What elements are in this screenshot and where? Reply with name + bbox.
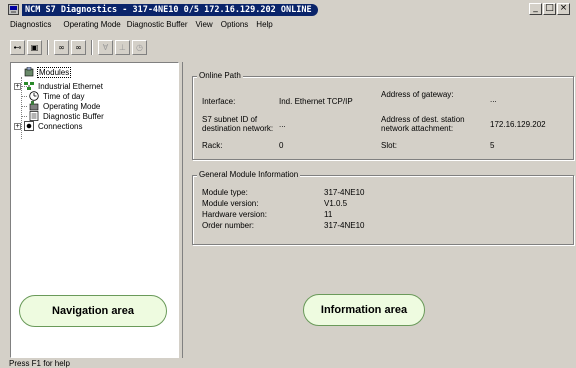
tree-line xyxy=(21,96,27,97)
order-number-label: Order number: xyxy=(202,221,255,230)
slot-value: 5 xyxy=(490,141,495,150)
menu-options[interactable]: Options xyxy=(221,20,249,32)
slot-label: Slot: xyxy=(381,141,398,150)
buffer-icon xyxy=(29,111,39,121)
module-type-value: 317-4NE10 xyxy=(324,188,365,197)
filter-button[interactable]: ∀ xyxy=(98,39,113,55)
hardware-version-value: 11 xyxy=(324,210,333,219)
subnet-label-line2: destination network: xyxy=(202,124,274,133)
app-icon[interactable] xyxy=(8,4,19,15)
operating-mode-icon xyxy=(29,101,39,111)
tree-item-operating-mode[interactable]: Operating Mode xyxy=(29,101,101,111)
rack-label: Rack: xyxy=(202,141,223,150)
tree-label: Diagnostic Buffer xyxy=(43,111,104,121)
module-type-label: Module type: xyxy=(202,188,248,197)
tree-item-connections[interactable]: Connections xyxy=(24,121,83,131)
module-info-title: General Module Information xyxy=(197,170,301,179)
tree-line xyxy=(21,116,27,117)
disconnect-icon: ▣ xyxy=(30,42,39,52)
minimize-button[interactable]: _ xyxy=(529,3,542,15)
tree-item-time-of-day[interactable]: Time of day xyxy=(29,91,86,101)
toolbar-separator xyxy=(91,39,93,55)
online-path-title: Online Path xyxy=(197,71,243,80)
module-info-group: General Module Information Module type: … xyxy=(192,170,574,245)
toolbar: ⊷ ▣ ∞ ∞ ∀ ⊥ ◷ xyxy=(10,38,147,56)
tree-label: Industrial Ethernet xyxy=(38,81,103,91)
clock-button[interactable]: ◷ xyxy=(132,39,147,55)
tree-label: Time of day xyxy=(43,91,85,101)
stop-button[interactable]: ⊥ xyxy=(115,39,130,55)
disconnect-button[interactable]: ▣ xyxy=(27,39,42,55)
rack-value: 0 xyxy=(279,141,284,150)
clock-icon: ◷ xyxy=(136,42,143,52)
status-bar: Press F1 for help xyxy=(9,359,70,368)
window-title: NCM S7 Diagnostics - 317-4NE10 0/5 172.1… xyxy=(22,3,318,16)
clock-icon xyxy=(29,91,39,101)
interface-label: Interface: xyxy=(202,97,236,106)
window-controls: _ □ × xyxy=(529,3,570,15)
maximize-button[interactable]: □ xyxy=(543,3,556,15)
menu-operating-mode[interactable]: Operating Mode xyxy=(63,20,120,32)
dest-address-value: 172.16.129.202 xyxy=(490,120,546,129)
glasses-button[interactable]: ∞ xyxy=(54,39,69,55)
stop-icon: ⊥ xyxy=(119,42,126,52)
subnet-value: ... xyxy=(279,120,286,129)
tree-item-industrial-ethernet[interactable]: Industrial Ethernet xyxy=(24,81,104,91)
expand-icon[interactable]: + xyxy=(14,83,21,90)
menu-help[interactable]: Help xyxy=(256,20,272,32)
subnet-label-line1: S7 subnet ID of xyxy=(202,115,258,124)
information-area-callout: Information area xyxy=(303,294,425,326)
menu-bar: Diagnostics Operating Mode Diagnostic Bu… xyxy=(10,20,273,32)
information-pane: Online Path Interface: Ind. Ethernet TCP… xyxy=(182,62,576,358)
dest-label-line1: Address of dest. station xyxy=(381,115,465,124)
menu-diagnostics[interactable]: Diagnostics xyxy=(10,20,51,32)
menu-diagnostic-buffer[interactable]: Diagnostic Buffer xyxy=(127,20,188,32)
dest-label-line2: network attachment: xyxy=(381,124,454,133)
toolbar-separator xyxy=(47,39,49,55)
glasses-list-icon: ∞ xyxy=(75,42,82,52)
network-icon xyxy=(24,81,34,91)
gateway-value: ... xyxy=(490,95,497,104)
close-button[interactable]: × xyxy=(557,3,570,15)
title-bar[interactable]: NCM S7 Diagnostics - 317-4NE10 0/5 172.1… xyxy=(6,2,572,17)
connect-button[interactable]: ⊷ xyxy=(10,39,25,55)
interface-value: Ind. Ethernet TCP/IP xyxy=(279,97,353,106)
glasses-icon: ∞ xyxy=(58,42,65,52)
tree-item-modules[interactable]: Modules xyxy=(24,66,72,78)
connect-icon: ⊷ xyxy=(13,42,22,52)
tree-label: Modules xyxy=(37,66,72,78)
module-version-value: V1.0.5 xyxy=(324,199,348,208)
online-path-group: Online Path Interface: Ind. Ethernet TCP… xyxy=(192,71,574,160)
gateway-label: Address of gateway: xyxy=(381,90,454,99)
glasses-list-button[interactable]: ∞ xyxy=(71,39,86,55)
filter-icon: ∀ xyxy=(102,42,109,52)
menu-view[interactable]: View xyxy=(196,20,213,32)
navigation-pane[interactable]: Modules + Industrial Ethernet Time of da… xyxy=(10,62,179,358)
tree-item-diagnostic-buffer[interactable]: Diagnostic Buffer xyxy=(29,111,105,121)
navigation-area-callout: Navigation area xyxy=(19,295,167,327)
tree-label: Connections xyxy=(38,121,83,131)
hardware-version-label: Hardware version: xyxy=(202,210,267,219)
expand-icon[interactable]: + xyxy=(14,123,21,130)
module-version-label: Module version: xyxy=(202,199,259,208)
order-number-value: 317-4NE10 xyxy=(324,221,365,230)
modules-icon xyxy=(24,66,34,77)
connections-icon xyxy=(24,121,34,131)
tree-line xyxy=(21,106,27,107)
tree-label: Operating Mode xyxy=(43,101,101,111)
app-window: NCM S7 Diagnostics - 317-4NE10 0/5 172.1… xyxy=(0,0,576,368)
